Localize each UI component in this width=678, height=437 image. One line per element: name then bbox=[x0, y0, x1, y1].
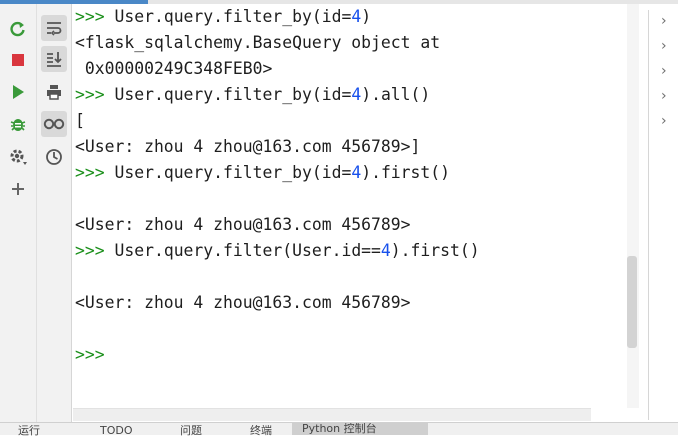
console-text: User.query.filter_by(id= bbox=[114, 7, 352, 26]
console-text: <User: zhou 4 zhou@163.com 456789> bbox=[75, 293, 411, 312]
add-icon[interactable] bbox=[5, 176, 31, 202]
console-text: User.query.filter(User.id== bbox=[114, 241, 381, 260]
rerun-icon[interactable] bbox=[5, 16, 31, 42]
tab-run[interactable]: 运行 bbox=[18, 425, 40, 437]
run-icon[interactable] bbox=[5, 79, 31, 105]
soft-wrap-icon[interactable] bbox=[41, 15, 67, 41]
chevron-right-icon[interactable]: › bbox=[661, 13, 667, 29]
number-literal: 4 bbox=[351, 7, 362, 26]
tab-python-console[interactable]: Python 控制台 bbox=[292, 423, 428, 435]
print-icon[interactable] bbox=[41, 79, 67, 105]
console-prompt: >>> bbox=[75, 7, 115, 26]
chevron-right-icon[interactable]: › bbox=[661, 113, 667, 129]
stop-icon[interactable] bbox=[5, 47, 31, 73]
console-prompt: >>> bbox=[75, 163, 115, 182]
horizontal-scrollbar[interactable] bbox=[73, 408, 591, 421]
console-prompt: >>> bbox=[75, 85, 115, 104]
console-line: [ bbox=[75, 108, 85, 134]
console-text: <User: zhou 4 zhou@163.com 456789> bbox=[75, 215, 411, 234]
console-text: User.query.filter_by(id= bbox=[114, 85, 352, 104]
console-text: ).first() bbox=[361, 163, 451, 182]
console-prompt: >>> bbox=[75, 241, 115, 260]
console-text: 0x00000249C348FEB0> bbox=[75, 59, 273, 78]
console-prompt: >>> bbox=[75, 345, 105, 364]
tab-terminal[interactable]: 终端 bbox=[250, 425, 272, 437]
number-literal: 4 bbox=[351, 85, 362, 104]
number-literal: 4 bbox=[380, 241, 391, 260]
debug-icon[interactable] bbox=[5, 111, 31, 137]
console-line: <User: zhou 4 zhou@163.com 456789> bbox=[75, 290, 411, 316]
console-line: <flask_sqlalchemy.BaseQuery object at bbox=[75, 30, 440, 56]
scroll-to-end-icon[interactable] bbox=[41, 46, 67, 72]
console-line: >>> User.query.filter_by(id=4).all() bbox=[75, 82, 430, 108]
history-icon[interactable] bbox=[41, 144, 67, 170]
chevron-right-icon[interactable]: › bbox=[661, 38, 667, 54]
chevron-right-icon[interactable]: › bbox=[661, 88, 667, 104]
console-view-toolbar bbox=[36, 4, 72, 422]
console-text: <flask_sqlalchemy.BaseQuery object at bbox=[75, 33, 441, 52]
python-console-output[interactable]: >>> User.query.filter_by(id=4) <flask_sql… bbox=[73, 4, 627, 408]
console-line: <User: zhou 4 zhou@163.com 456789> bbox=[75, 212, 411, 238]
tab-todo[interactable]: TODO bbox=[100, 425, 133, 437]
console-line: <User: zhou 4 zhou@163.com 456789>] bbox=[75, 134, 420, 160]
console-text: <User: zhou 4 zhou@163.com 456789>] bbox=[75, 137, 421, 156]
scrollbar-corner bbox=[591, 408, 639, 420]
console-text: User.query.filter_by(id= bbox=[114, 163, 352, 182]
console-line: >>> User.query.filter(User.id==4).first(… bbox=[75, 238, 480, 264]
variables-panel: › › › › › bbox=[648, 10, 678, 420]
console-actions-toolbar bbox=[0, 4, 36, 422]
console-line: >>> User.query.filter_by(id=4).first() bbox=[75, 160, 450, 186]
settings-icon[interactable] bbox=[5, 144, 31, 170]
bottom-tool-window-bar: 运行 TODO 问题 终端 Python 控制台 bbox=[0, 422, 678, 437]
tab-problems[interactable]: 问题 bbox=[180, 425, 202, 437]
vertical-scrollbar-thumb[interactable] bbox=[627, 256, 637, 348]
console-text: ).all() bbox=[361, 85, 431, 104]
console-text: ).first() bbox=[390, 241, 480, 260]
show-variables-icon[interactable] bbox=[41, 111, 67, 137]
console-text: [ bbox=[75, 111, 85, 130]
console-text: ) bbox=[361, 7, 372, 26]
console-line: 0x00000249C348FEB0> bbox=[75, 56, 273, 82]
chevron-right-icon[interactable]: › bbox=[661, 63, 667, 79]
number-literal: 4 bbox=[351, 163, 362, 182]
console-line: >>> User.query.filter_by(id=4) bbox=[75, 4, 371, 30]
console-line: >>> bbox=[75, 342, 105, 368]
